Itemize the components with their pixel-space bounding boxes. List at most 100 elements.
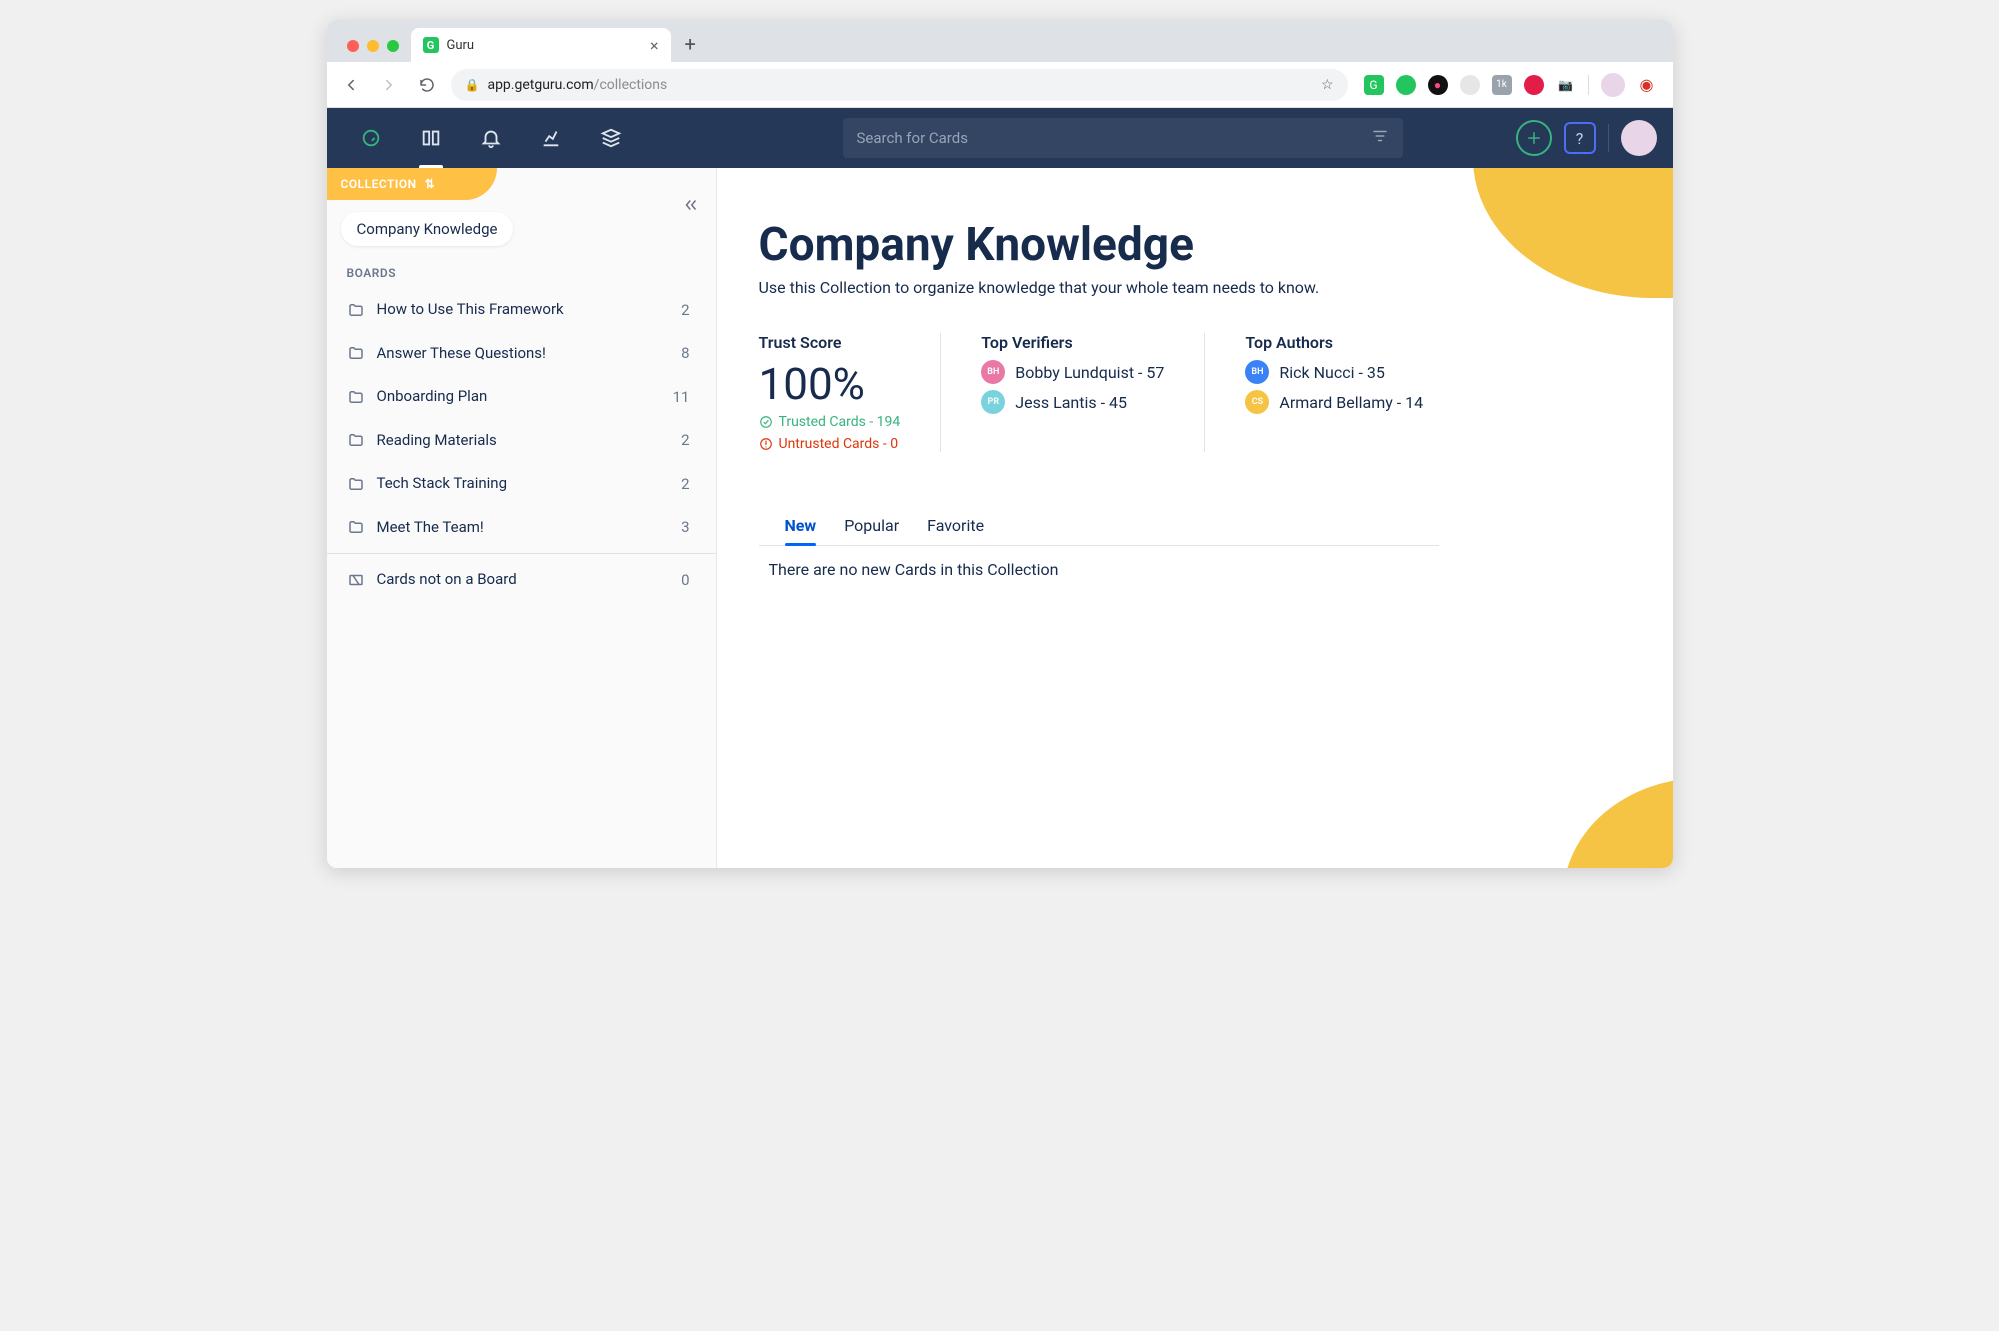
extension-square-icon[interactable]: 1k (1492, 75, 1512, 95)
browser-tabbar: G Guru × + (327, 20, 1673, 62)
trusted-cards-line[interactable]: Trusted Cards - 194 (759, 414, 901, 430)
collection-label: COLLECTION (341, 177, 417, 191)
card-icon (347, 571, 365, 589)
sidebar-item-board[interactable]: Tech Stack Training 2 (327, 462, 716, 506)
separator (1608, 124, 1609, 152)
sidebar-item-board[interactable]: Answer These Questions! 8 (327, 332, 716, 376)
content-tabs: New Popular Favorite (759, 508, 1439, 546)
nav-analytics-button[interactable] (523, 108, 579, 168)
app-header: ? (327, 108, 1673, 168)
chevron-updown-icon: ⇅ (425, 177, 436, 191)
tab-favicon: G (423, 37, 439, 53)
url-host: app.getguru.com (487, 77, 593, 93)
board-label: Meet The Team! (377, 518, 670, 538)
verifier-row[interactable]: PR Jess Lantis - 45 (981, 390, 1164, 414)
brand-logo-icon[interactable] (343, 108, 399, 168)
page-subtitle: Use this Collection to organize knowledg… (759, 278, 1673, 297)
search-input[interactable] (857, 129, 1371, 147)
boards-heading: BOARDS (327, 258, 716, 288)
nav-stacks-button[interactable] (583, 108, 639, 168)
browser-menu-icon[interactable]: ◉ (1637, 75, 1657, 95)
extension-grey-icon[interactable] (1460, 75, 1480, 95)
add-button[interactable] (1516, 120, 1552, 156)
extension-loom-icon[interactable]: ● (1428, 75, 1448, 95)
board-count: 0 (681, 571, 695, 589)
board-label: Tech Stack Training (377, 474, 670, 494)
profile-avatar-icon[interactable] (1601, 73, 1625, 97)
author-row[interactable]: BH Rick Nucci - 35 (1245, 360, 1423, 384)
search-container (843, 118, 1403, 158)
folder-icon (347, 475, 365, 493)
browser-tab[interactable]: G Guru × (411, 28, 671, 62)
extension-green-icon[interactable] (1396, 75, 1416, 95)
extension-guru-icon[interactable]: G (1364, 75, 1384, 95)
nav-library-button[interactable] (403, 108, 459, 168)
board-count: 2 (681, 431, 695, 449)
folder-icon (347, 301, 365, 319)
person-text: Bobby Lundquist - 57 (1015, 363, 1164, 382)
top-verifiers-panel: Top Verifiers BH Bobby Lundquist - 57 PR… (940, 333, 1204, 452)
collapse-sidebar-button[interactable] (682, 196, 700, 218)
reload-button[interactable] (413, 71, 441, 99)
filter-icon[interactable] (1371, 127, 1389, 149)
extension-red-icon[interactable] (1524, 75, 1544, 95)
user-avatar[interactable] (1621, 120, 1657, 156)
author-row[interactable]: CS Armard Bellamy - 14 (1245, 390, 1423, 414)
url-path: /collections (594, 77, 668, 93)
tab-new[interactable]: New (785, 508, 817, 545)
board-label: How to Use This Framework (377, 300, 670, 320)
address-bar[interactable]: 🔒 app.getguru.com/collections ☆ (451, 69, 1348, 101)
top-authors-panel: Top Authors BH Rick Nucci - 35 CS Armard… (1204, 333, 1463, 452)
verifiers-heading: Top Verifiers (981, 333, 1164, 352)
board-count: 3 (681, 518, 695, 536)
window-close-button[interactable] (347, 40, 359, 52)
tab-favorite[interactable]: Favorite (927, 508, 984, 545)
sidebar-item-board[interactable]: Onboarding Plan 11 (327, 375, 716, 419)
tab-popular[interactable]: Popular (844, 508, 899, 545)
authors-heading: Top Authors (1245, 333, 1423, 352)
browser-toolbar: 🔒 app.getguru.com/collections ☆ G ● 1k 📷… (327, 62, 1673, 108)
board-label: Cards not on a Board (377, 570, 670, 590)
help-button[interactable]: ? (1564, 122, 1596, 154)
sidebar: COLLECTION ⇅ Company Knowledge BOARDS Ho… (327, 168, 717, 868)
separator (1588, 75, 1589, 95)
folder-icon (347, 518, 365, 536)
sidebar-item-board[interactable]: How to Use This Framework 2 (327, 288, 716, 332)
bookmark-star-icon[interactable]: ☆ (1321, 77, 1334, 93)
sidebar-item-board[interactable]: Reading Materials 2 (327, 419, 716, 463)
decorative-blob (1563, 778, 1673, 868)
avatar: BH (1245, 360, 1269, 384)
new-tab-button[interactable]: + (671, 32, 710, 62)
extension-camera-icon[interactable]: 📷 (1556, 75, 1576, 95)
collection-selector[interactable]: COLLECTION ⇅ (327, 168, 497, 200)
trust-heading: Trust Score (759, 333, 901, 352)
folder-icon (347, 388, 365, 406)
folder-icon (347, 344, 365, 362)
board-count: 2 (681, 475, 695, 493)
close-icon[interactable]: × (650, 36, 659, 55)
window-maximize-button[interactable] (387, 40, 399, 52)
avatar: CS (1245, 390, 1269, 414)
board-label: Reading Materials (377, 431, 670, 451)
board-label: Onboarding Plan (377, 387, 661, 407)
person-text: Jess Lantis - 45 (1015, 393, 1127, 412)
board-count: 11 (673, 388, 696, 406)
sidebar-item-unboarded[interactable]: Cards not on a Board 0 (327, 558, 716, 602)
sidebar-item-board[interactable]: Meet The Team! 3 (327, 506, 716, 550)
board-label: Answer These Questions! (377, 344, 670, 364)
untrusted-cards-line[interactable]: Untrusted Cards - 0 (759, 436, 901, 452)
board-count: 2 (681, 301, 695, 319)
check-circle-icon (759, 415, 773, 429)
avatar: BH (981, 360, 1005, 384)
divider (327, 553, 716, 554)
empty-state-message: There are no new Cards in this Collectio… (759, 546, 1673, 593)
back-button[interactable] (337, 71, 365, 99)
nav-notifications-button[interactable] (463, 108, 519, 168)
verifier-row[interactable]: BH Bobby Lundquist - 57 (981, 360, 1164, 384)
forward-button[interactable] (375, 71, 403, 99)
person-text: Rick Nucci - 35 (1279, 363, 1384, 382)
main-content: Company Knowledge Use this Collection to… (717, 168, 1673, 868)
collection-name-chip[interactable]: Company Knowledge (341, 212, 514, 246)
window-minimize-button[interactable] (367, 40, 379, 52)
board-count: 8 (681, 344, 695, 362)
